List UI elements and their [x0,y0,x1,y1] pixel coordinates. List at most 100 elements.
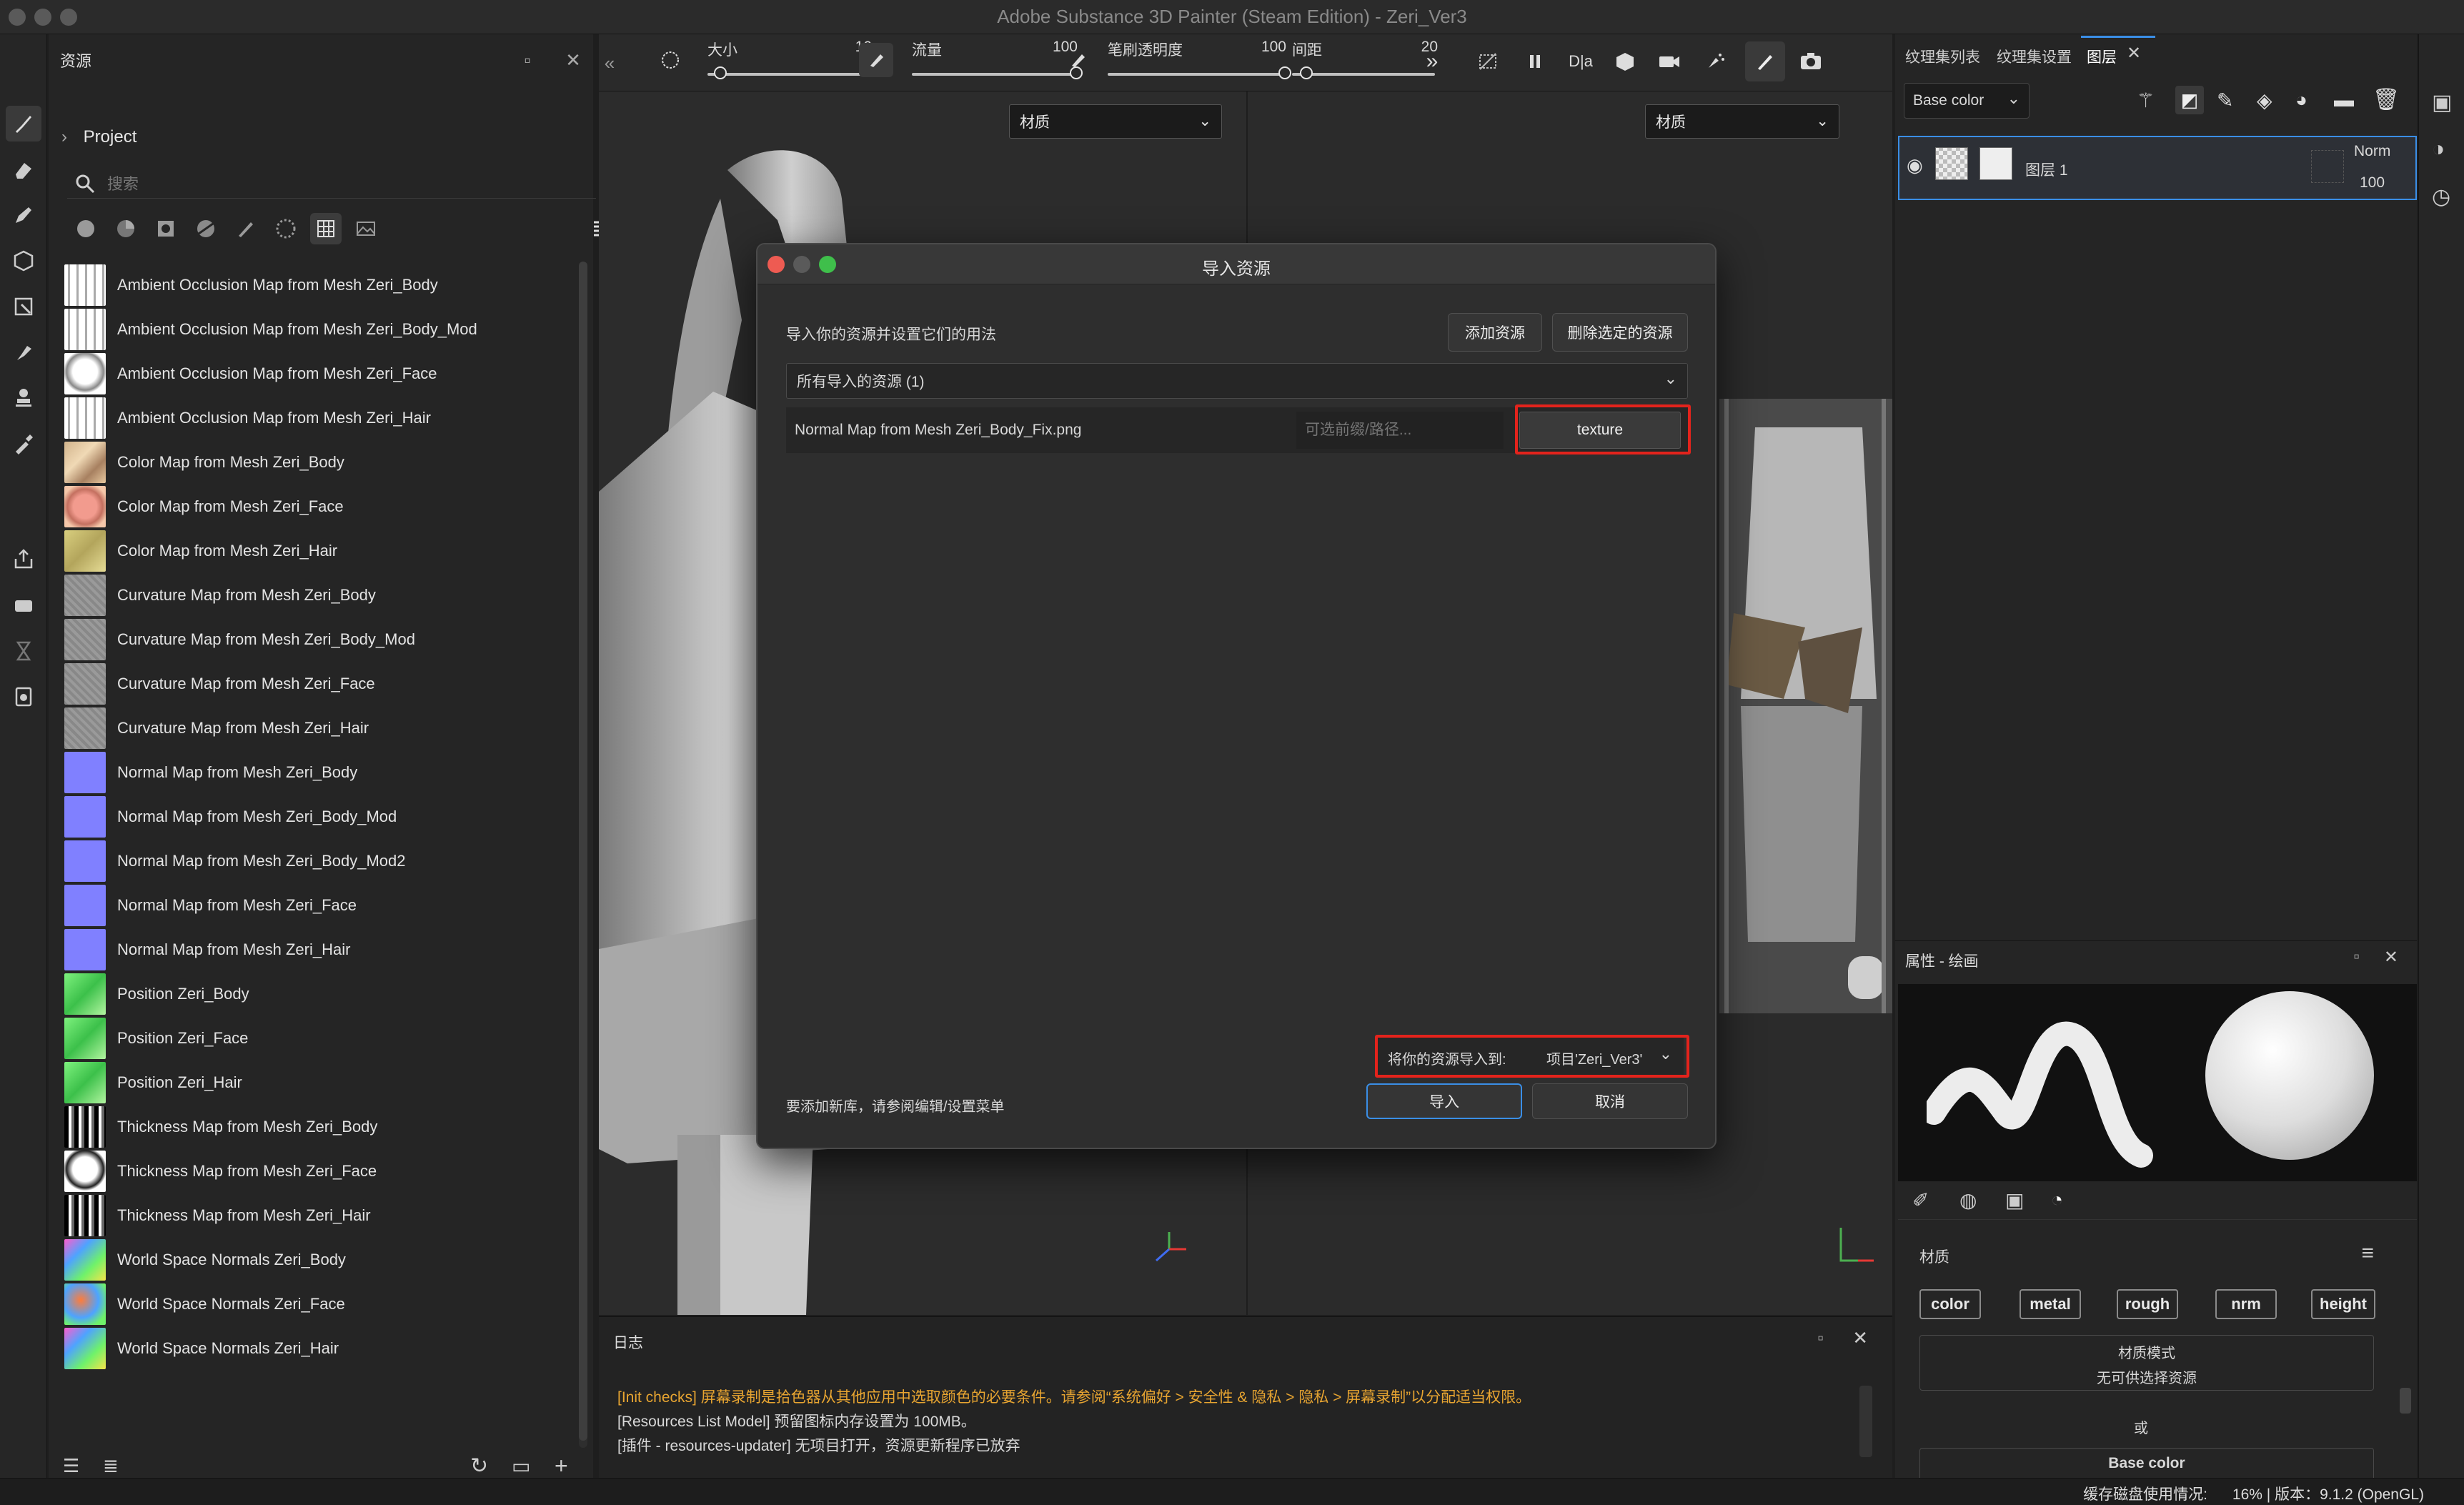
bake-tool[interactable] [6,587,41,623]
undock-icon[interactable]: ▫ [2353,947,2360,967]
asset-list-item[interactable]: World Space Normals Zeri_Body [56,1236,556,1283]
filter-masks-icon[interactable] [150,213,182,244]
color-picker-tool[interactable] [6,426,41,462]
particle-brush-icon[interactable] [1698,44,1732,79]
brush-tab-icon[interactable]: ✐ [1912,1188,1929,1212]
opacity-slider-knob[interactable] [1278,66,1291,79]
imported-filter-select[interactable]: 所有导入的资源 (1) ⌄ [786,363,1688,399]
size-slider-knob[interactable] [714,66,727,79]
asset-list-item[interactable]: Ambient Occlusion Map from Mesh Zeri_Bod… [56,262,556,309]
viewport-3d-channel-select[interactable]: 材质 ⌄ [1009,104,1222,139]
alpha-tab-icon[interactable]: ◍ [1959,1188,1977,1212]
asset-list-item[interactable]: World Space Normals Zeri_Hair [56,1325,556,1372]
flow-pressure-icon[interactable] [859,43,893,77]
paint-brush-tool[interactable] [6,106,41,141]
asset-list-item[interactable]: Position Zeri_Hair [56,1059,556,1106]
asset-list-item[interactable]: Ambient Occlusion Map from Mesh Zeri_Bod… [56,306,556,353]
asset-list-item[interactable]: Color Map from Mesh Zeri_Face [56,483,556,530]
eraser-tool[interactable] [6,152,41,187]
close-panel-icon[interactable]: ✕ [2384,947,2398,968]
asset-list-item[interactable]: Position Zeri_Face [56,1015,556,1062]
remove-selected-button[interactable]: 删除选定的资源 [1552,313,1688,352]
symmetry-icon[interactable]: D|a [1564,44,1598,79]
undock-icon[interactable]: ▫ [1817,1328,1824,1348]
asset-list-scrollbar[interactable] [579,262,587,1448]
resource-updater-tool[interactable] [6,679,41,715]
channel-color-toggle[interactable]: color [1919,1289,1981,1319]
asset-list-item[interactable]: Thickness Map from Mesh Zeri_Body [56,1103,556,1151]
blend-mode-select[interactable]: Norm [2354,143,2390,160]
clone-tool[interactable] [6,380,41,416]
flow-slider[interactable] [912,73,1076,76]
channel-metal-toggle[interactable]: metal [2020,1289,2081,1319]
opacity-slider[interactable] [1108,73,1285,76]
channel-height-toggle[interactable]: height [2311,1289,2375,1319]
collapse-all-icon[interactable]: ☰ [63,1455,79,1477]
display-settings-icon[interactable]: ▣ [2432,90,2452,115]
base-color-row[interactable]: Base color [1919,1448,2374,1478]
tab-texture-set-list[interactable]: 纹理集列表 [1905,46,1980,67]
camera-icon[interactable] [1652,44,1686,79]
close-tab-icon[interactable]: ✕ [2127,43,2141,64]
add-asset-icon[interactable]: + [555,1453,568,1479]
paint-mode-icon[interactable] [1745,41,1785,81]
tab-layers[interactable]: 图层 [2087,46,2117,67]
asset-list-item[interactable]: Normal Map from Mesh Zeri_Body_Mod [56,793,556,840]
asset-list-item[interactable]: Curvature Map from Mesh Zeri_Body_Mod [56,616,556,663]
asset-list-item[interactable]: Color Map from Mesh Zeri_Hair [56,527,556,575]
asset-list-item[interactable]: Normal Map from Mesh Zeri_Face [56,882,556,929]
asset-list-item[interactable]: Ambient Occlusion Map from Mesh Zeri_Fac… [56,350,556,397]
size-slider[interactable] [707,73,870,76]
filter-generators-icon[interactable] [190,213,222,244]
asset-list-item[interactable]: Position Zeri_Body [56,970,556,1018]
log-scrollbar[interactable] [1859,1386,1872,1457]
history-tool[interactable] [6,633,41,669]
material-mode-box[interactable]: 材质模式 无可供选择资源 [1919,1335,2374,1391]
tab-texture-set-settings[interactable]: 纹理集设置 [1997,46,2072,67]
brush-shape-icon[interactable] [653,43,687,77]
layer-opacity-value[interactable]: 100 [2360,174,2385,192]
history-icon[interactable]: ◷ [2432,184,2450,209]
lazy-mouse-icon[interactable] [1471,44,1505,79]
undock-icon[interactable]: ▫ [517,49,537,71]
channel-select[interactable]: Base color ⌄ [1904,83,2030,119]
shader-settings-icon[interactable]: ◑ [2432,137,2445,162]
stencil-tab-icon[interactable]: ▣ [2005,1188,2024,1212]
channel-nrm-toggle[interactable]: nrm [2215,1289,2277,1319]
filter-textures-icon[interactable] [310,213,342,244]
display-mode-icon[interactable] [1608,44,1642,79]
material-menu-icon[interactable]: ≡ [2361,1241,2374,1266]
opacity-pressure-icon[interactable] [1060,43,1095,77]
filter-smart-materials-icon[interactable] [110,213,141,244]
asset-list-item[interactable]: Thickness Map from Mesh Zeri_Face [56,1148,556,1195]
add-fill-layer-icon[interactable]: ◈ [2257,89,2272,112]
delete-layer-icon[interactable]: 🗑 [2373,87,2400,112]
refresh-icon[interactable]: ↻ [470,1454,488,1479]
asset-list-item[interactable]: World Space Normals Zeri_Face [56,1281,556,1328]
spacing-slider[interactable] [1292,73,1435,76]
asset-list-item[interactable]: Ambient Occlusion Map from Mesh Zeri_Hai… [56,394,556,442]
asset-list-item[interactable]: Curvature Map from Mesh Zeri_Body [56,572,556,619]
add-paint-layer-icon[interactable]: ✎ [2217,89,2233,112]
filter-brushes-icon[interactable] [230,213,262,244]
filter-materials-icon[interactable] [70,213,101,244]
asset-list-item[interactable]: Color Map from Mesh Zeri_Body [56,439,556,486]
new-folder-icon[interactable]: ▭ [512,1454,530,1478]
add-effect-icon[interactable]: ⚚ [2137,89,2155,112]
close-panel-icon[interactable]: ✕ [1852,1327,1868,1349]
filter-environments-icon[interactable] [350,213,382,244]
collapse-left-icon[interactable]: « [599,46,620,80]
screenshot-icon[interactable] [1794,44,1828,79]
properties-scrollbar[interactable] [2400,1388,2411,1414]
export-tool[interactable] [6,542,41,577]
projection-tool[interactable] [6,197,41,233]
polygon-fill-tool[interactable] [6,289,41,324]
viewport-2d-channel-select[interactable]: 材质 ⌄ [1645,104,1839,139]
layer-row[interactable]: ◉ 图层 1 Norm 100 [1898,136,2417,200]
close-panel-icon[interactable]: ✕ [563,49,583,71]
asset-list-item[interactable]: Normal Map from Mesh Zeri_Body_Mod2 [56,838,556,885]
geometry-fill-tool[interactable] [6,243,41,279]
project-tree-node[interactable]: › Project [61,127,136,147]
visibility-eye-icon[interactable]: ◉ [1907,154,1923,177]
asset-list-item[interactable]: Curvature Map from Mesh Zeri_Face [56,660,556,707]
